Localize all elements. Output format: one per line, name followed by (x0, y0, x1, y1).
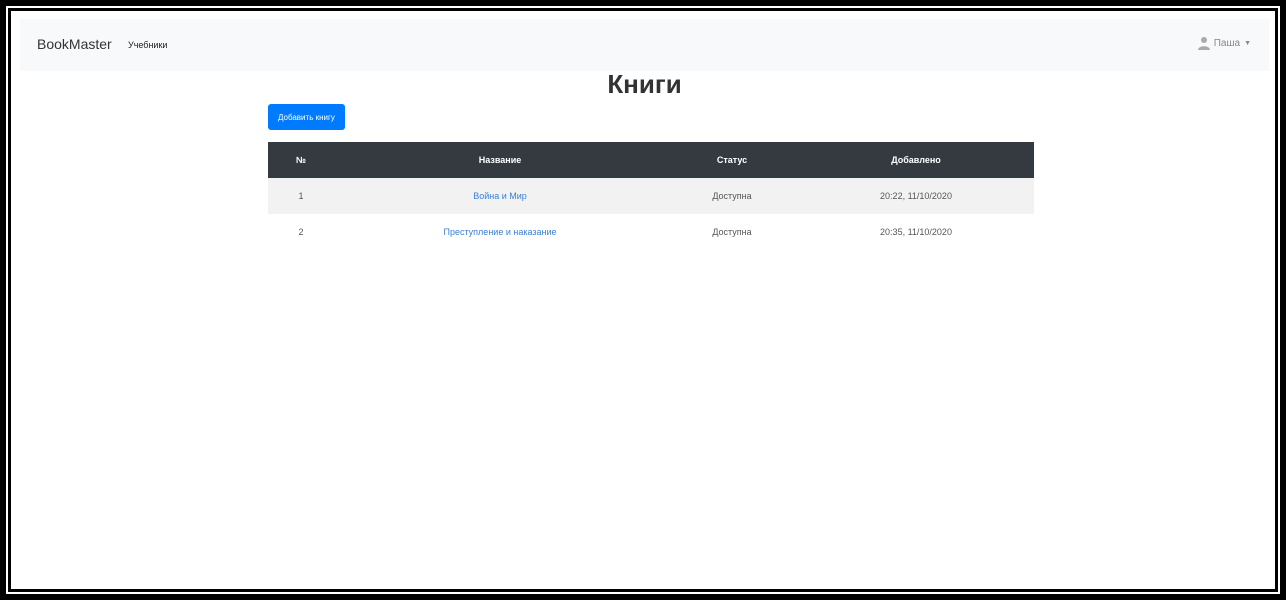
add-book-button[interactable]: Добавить книгу (268, 104, 345, 130)
app-screen: BookMaster Учебники Паша ▼ Книги Добавит… (20, 19, 1269, 585)
book-link[interactable]: Преступление и наказание (443, 227, 556, 237)
row-added: 20:22, 11/10/2020 (798, 178, 1034, 214)
page-title: Книги (607, 69, 682, 99)
row-status: Доступна (712, 227, 752, 237)
table-header-row: № Название Статус Добавлено (268, 142, 1034, 178)
books-table: № Название Статус Добавлено 1 Война и Ми… (268, 142, 1034, 250)
row-status: Доступна (666, 178, 798, 214)
row-number: 1 (268, 178, 334, 214)
row-title-cell: Преступление и наказание (334, 214, 666, 250)
user-icon (1197, 36, 1210, 50)
column-header-status: Статус (666, 142, 798, 178)
row-added: 20:35, 11/10/2020 (880, 227, 952, 237)
brand-logo[interactable]: BookMaster (37, 36, 112, 52)
column-header-title: Название (334, 142, 666, 178)
table-row: 2 Преступление и наказание Доступна 20:3… (268, 214, 1034, 250)
user-menu[interactable]: Паша ▼ (1197, 36, 1251, 50)
row-title-cell: Война и Мир (334, 178, 666, 214)
navbar: BookMaster Учебники Паша ▼ (20, 19, 1269, 71)
table-row: 1 Война и Мир Доступна 20:22, 11/10/2020 (268, 178, 1034, 214)
row-number: 2 (298, 227, 304, 237)
nav-link-textbooks[interactable]: Учебники (128, 40, 167, 50)
book-link[interactable]: Война и Мир (473, 191, 527, 201)
chevron-down-icon: ▼ (1244, 39, 1251, 47)
column-header-added: Добавлено (798, 142, 1034, 178)
user-name: Паша (1213, 37, 1241, 49)
column-header-number: № (268, 142, 334, 178)
